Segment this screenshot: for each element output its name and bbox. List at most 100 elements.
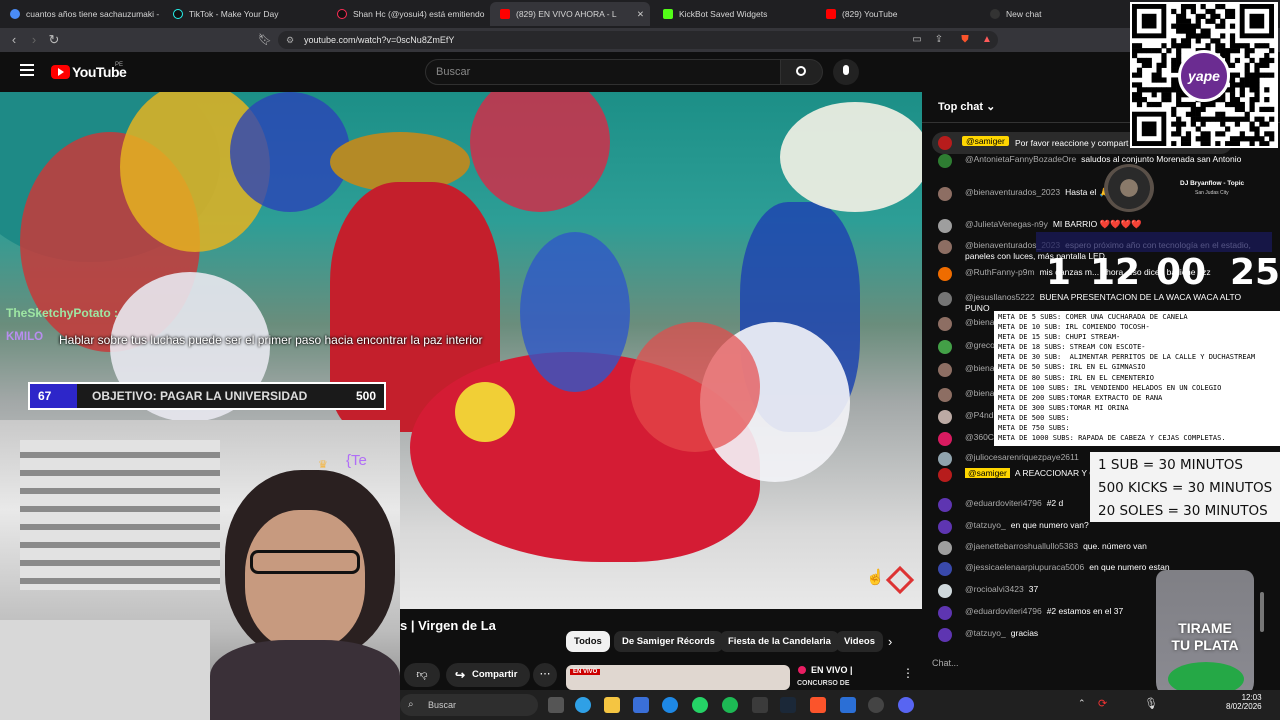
chip-candelaria[interactable]: Fiesta de la Candelaria [720, 631, 839, 652]
brave-shield-icon[interactable]: ⛊ [956, 31, 974, 49]
chat-author[interactable]: @eduardoviteri4796 [965, 498, 1042, 508]
related-more-icon[interactable]: ⋮ [902, 666, 914, 680]
chip-videos[interactable]: Videos [836, 631, 883, 652]
chat-author[interactable]: @biena [965, 388, 994, 398]
tab-7[interactable]: New chat [980, 2, 1130, 26]
settings-icon[interactable] [868, 697, 884, 713]
youtube-logo-icon[interactable] [51, 65, 70, 79]
forward-icon[interactable]: › [25, 31, 43, 49]
chat-author[interactable]: @RuthFanny-p9m [965, 267, 1035, 277]
avatar[interactable] [938, 541, 952, 555]
microphone-icon[interactable]: 🎙︎ [1144, 697, 1158, 710]
chat-author[interactable]: @jaenettebarroshuallullo5383 [965, 541, 1078, 551]
avatar[interactable] [938, 606, 952, 620]
url-bar[interactable]: ⚙ youtube.com/watch?v=0scNu8ZmEfY [278, 31, 998, 49]
avatar[interactable] [938, 219, 952, 233]
brave-icon[interactable] [810, 697, 826, 713]
tab-2[interactable]: TikTok - Make Your Day [163, 2, 323, 26]
store-icon[interactable] [633, 697, 649, 713]
chat-author[interactable]: @jessicaelenaarpiupuraca5006 [965, 562, 1084, 572]
avatar[interactable] [938, 498, 952, 512]
avatar[interactable] [938, 363, 952, 377]
chat-author[interactable]: @tatzuyo_ [965, 520, 1006, 530]
chat-author[interactable]: @rocioalvi3423 [965, 584, 1024, 594]
avatar[interactable] [938, 240, 952, 254]
brave-rewards-icon[interactable]: ▲ [978, 31, 996, 49]
avatar[interactable] [938, 340, 952, 354]
yellow-bow [455, 382, 515, 442]
site-info-icon[interactable]: ⚙ [286, 31, 294, 49]
chat-author[interactable]: @jesusllanos5222 [965, 292, 1035, 302]
bookmark-icon[interactable]: 🔖︎ [256, 31, 274, 49]
avatar[interactable] [938, 187, 952, 201]
chat-author[interactable]: @biena [965, 363, 994, 373]
more-actions-icon[interactable]: ⋯ [533, 663, 557, 687]
qr-module [1220, 131, 1226, 137]
reload-icon[interactable]: ↻ [45, 31, 63, 49]
avatar[interactable] [938, 452, 952, 466]
chat-author[interactable]: @P4nd [965, 410, 993, 420]
related-video-title[interactable]: EN VIVO | [811, 665, 853, 675]
related-video-thumbnail[interactable]: EN VIVO [566, 665, 790, 690]
cast-icon[interactable]: ▭ [908, 31, 926, 49]
share-button[interactable]: ↪ Compartir [446, 663, 530, 687]
qr-module [1234, 48, 1241, 54]
chat-author[interactable]: @tatzuyo_ [965, 628, 1006, 638]
avatar[interactable] [938, 562, 952, 576]
discord-icon[interactable] [898, 697, 914, 713]
tray-app-icon[interactable]: ⟳ [1098, 697, 1107, 710]
chat-author[interactable]: @eduardoviteri4796 [965, 606, 1042, 616]
tab-6[interactable]: (829) YouTube [816, 2, 976, 26]
chat-author[interactable]: @JulietaVenegas-n9y [965, 219, 1048, 229]
steam-icon[interactable] [780, 697, 796, 713]
close-icon[interactable]: ✕ [637, 9, 644, 20]
avatar[interactable] [938, 388, 952, 402]
chat-author[interactable]: @juliocesarenriquezpaye2611 [965, 452, 1079, 462]
tab-4-active[interactable]: (829) EN VIVO AHORA - L ✕ [490, 2, 650, 26]
chat-author[interactable]: @biena [965, 317, 994, 327]
chat-mode-dropdown[interactable]: Top chat ⌄ [938, 100, 995, 113]
search-button[interactable] [781, 59, 823, 85]
voice-search-icon[interactable] [833, 59, 859, 85]
chat-input[interactable]: Chat... [932, 658, 959, 668]
tab-1[interactable]: cuantos años tiene sachauzumaki - B [0, 2, 160, 26]
app-icon[interactable] [752, 697, 768, 713]
edge-icon[interactable] [662, 697, 678, 713]
taskbar-clock[interactable]: 12:03 8/02/2026 [1226, 693, 1262, 711]
avatar[interactable] [938, 410, 952, 424]
tab-5[interactable]: KickBot Saved Widgets [653, 2, 813, 26]
youtube-search-input[interactable]: Buscar [425, 59, 781, 85]
spotify-icon[interactable] [722, 697, 738, 713]
chat-author[interactable]: @AntonietaFannyBozadeOre [965, 154, 1076, 164]
taskbar-search[interactable]: ⌕ Buscar [400, 694, 538, 716]
avatar[interactable] [938, 317, 952, 331]
avatar[interactable] [938, 432, 952, 446]
chat-author[interactable]: @bienaventurados_2023 [965, 187, 1060, 197]
copilot-icon[interactable] [575, 697, 591, 713]
avatar[interactable] [938, 628, 952, 642]
share-page-icon[interactable]: ⇪ [930, 31, 948, 49]
menu-icon[interactable] [20, 64, 34, 76]
tab-3[interactable]: Shan Hc (@yosui4) está emitiendo L [327, 2, 487, 26]
chip-all[interactable]: Todos [566, 631, 610, 652]
back-icon[interactable]: ‹ [5, 31, 23, 49]
chip-channel[interactable]: De Samiger Récords [614, 631, 723, 652]
avatar[interactable] [938, 267, 952, 281]
dislike-button[interactable]: 👎︎ [404, 663, 440, 687]
avatar[interactable] [938, 292, 952, 306]
avatar[interactable] [938, 468, 952, 482]
qr-module [1156, 48, 1162, 54]
chat-author[interactable]: @samiger [965, 468, 1010, 478]
avatar[interactable] [938, 154, 952, 168]
whatsapp-icon[interactable] [692, 697, 708, 713]
chips-next-icon[interactable]: › [888, 634, 892, 649]
avatar[interactable] [938, 584, 952, 598]
chat-author[interactable]: @greco [965, 340, 995, 350]
task-view-icon[interactable] [548, 697, 564, 713]
file-explorer-icon[interactable] [604, 697, 620, 713]
avatar[interactable] [938, 520, 952, 534]
tray-chevron-icon[interactable]: ⌃ [1078, 698, 1086, 709]
chat-scrollbar[interactable] [1260, 592, 1264, 632]
chat-author[interactable]: @360C [965, 432, 994, 442]
notepad-icon[interactable] [840, 697, 856, 713]
